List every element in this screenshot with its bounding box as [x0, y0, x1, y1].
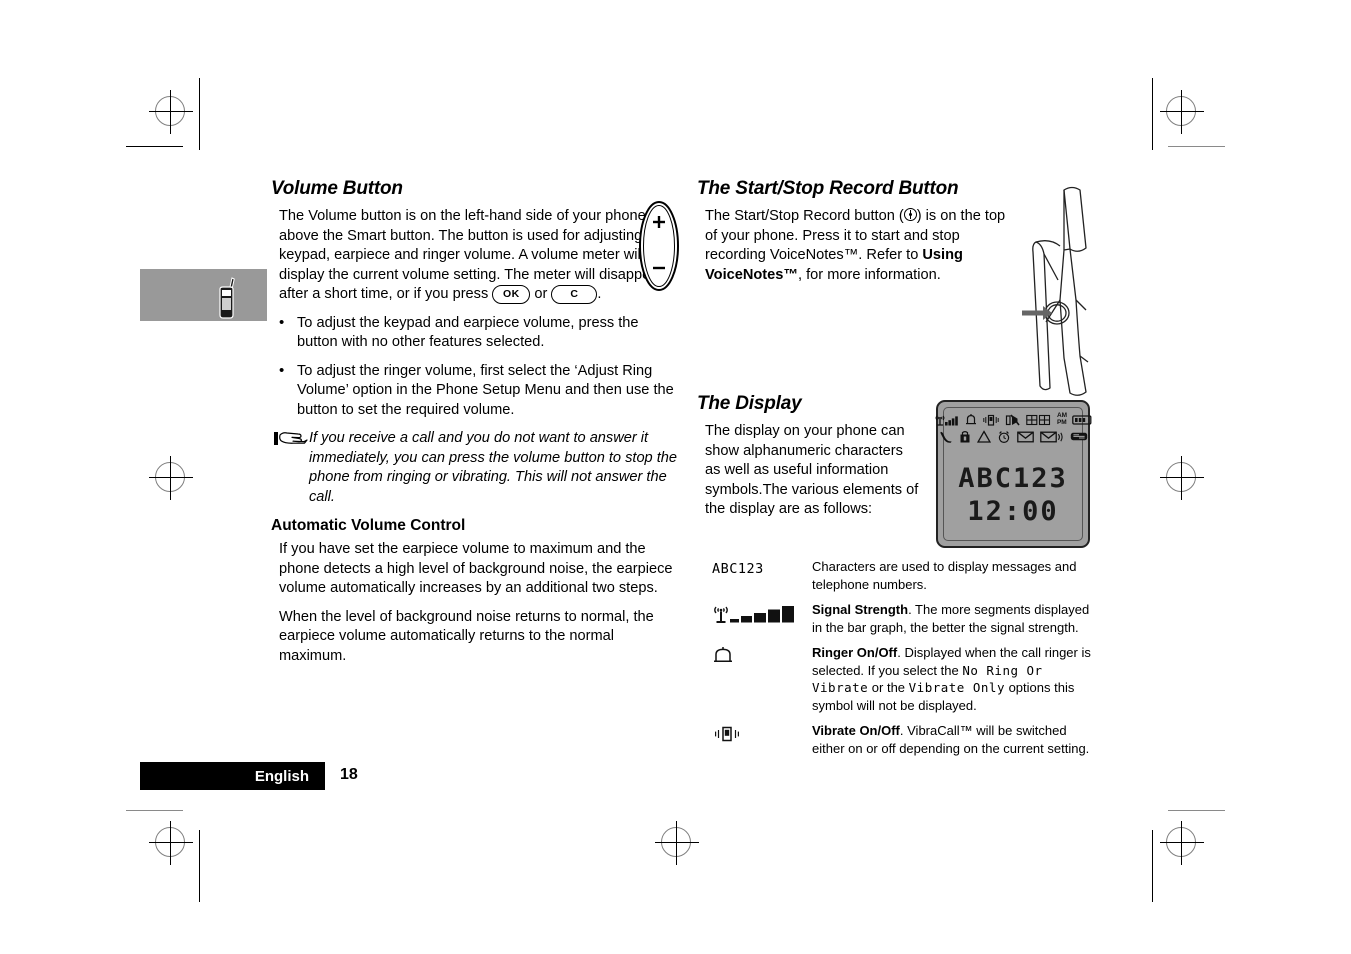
registration-mark-mid-right — [1160, 456, 1204, 500]
crop-line-right-vertical-bottom — [1152, 830, 1153, 902]
triangle-icon — [976, 430, 991, 443]
right-column: The Start/Stop Record Button The Start/S… — [697, 178, 1017, 294]
symbol-desc-option-2: Vibrate Only — [908, 680, 1005, 695]
symbol-desc-bold: Ringer On/Off — [812, 645, 898, 660]
display-symbols-table: ABC123 Characters are used to display me… — [700, 558, 1095, 765]
abc123-sample-text: ABC123 — [712, 561, 764, 577]
volume-button-illustration — [637, 200, 681, 292]
symbol-desc-bold: Vibrate On/Off — [812, 723, 900, 738]
list-item: To adjust the ringer volume, first selec… — [271, 361, 681, 421]
alarm-clock-icon — [997, 430, 1011, 444]
envelope-sound-icon — [1039, 431, 1064, 443]
section-tab-marker — [140, 269, 267, 321]
lcd-status-row-second — [940, 428, 1087, 445]
menu-grid-icon — [1026, 414, 1052, 426]
lcd-line-1: ABC123 — [958, 463, 1068, 494]
voicemail-icon — [1070, 431, 1088, 442]
registration-mark-top-left — [149, 90, 193, 134]
abc123-characters-icon: ABC123 — [700, 558, 812, 593]
registration-mark-mid-left — [149, 456, 193, 500]
symbol-desc-bold: Signal Strength — [812, 602, 909, 617]
record-text-c: , for more information. — [798, 266, 941, 283]
crop-line-top-left-horizontal — [126, 146, 183, 147]
signal-strength-icon — [700, 601, 812, 636]
symbol-description: Ringer On/Off. Displayed when the call r… — [812, 644, 1095, 714]
footer-language-bar: English — [140, 762, 325, 790]
crop-line-right-vertical — [1152, 78, 1153, 150]
pointing-hand-icon — [274, 430, 308, 448]
phone-side-view-illustration — [1020, 180, 1130, 410]
battery-icon — [1072, 414, 1092, 426]
registration-mark-bottom-center — [655, 821, 699, 865]
crop-line-left-vertical-bottom — [199, 830, 200, 902]
crop-line-bottom-left-horizontal — [126, 810, 183, 811]
footer-language-label: English — [254, 767, 309, 785]
volume-intro-text: The Volume button is on the left-hand si… — [279, 208, 667, 302]
left-column: Volume Button The Volume button is on th… — [271, 178, 681, 675]
crop-line-top-right-horizontal — [1168, 146, 1225, 147]
bell-ringer-icon — [965, 413, 977, 427]
registration-mark-top-right — [1160, 90, 1204, 134]
phone-handset-icon — [939, 430, 953, 444]
avc-paragraph-1: If you have set the earpiece volume to m… — [279, 541, 673, 596]
table-row: ABC123 Characters are used to display me… — [700, 558, 1095, 593]
subheading-automatic-volume-control: Automatic Volume Control — [271, 517, 466, 534]
lcd-line-2: 12:00 — [967, 496, 1059, 527]
registration-mark-bottom-left — [149, 821, 193, 865]
vibrate-icon — [982, 413, 1000, 427]
table-row: Ringer On/Off. Displayed when the call r… — [700, 644, 1095, 714]
ringer-off-icon — [1005, 413, 1021, 427]
antenna-signal-icon — [934, 413, 960, 427]
display-section: The Display The display on your phone ca… — [697, 393, 922, 529]
lcd-inner-frame: AM PM ABC123 12:00 — [935, 407, 1092, 541]
symbol-desc-mid: or the — [868, 680, 909, 695]
heading-start-stop-record-button: The Start/Stop Record Button — [697, 178, 959, 199]
vibrate-on-off-icon — [700, 722, 812, 757]
symbol-description: Vibrate On/Off. VibraCall™ will be switc… — [812, 722, 1095, 757]
crop-line-left-vertical — [199, 78, 200, 150]
volume-intro-paragraph: The Volume button is on the left-hand si… — [279, 207, 681, 305]
record-button-paragraph: The Start/Stop Record button () is on th… — [705, 207, 1017, 285]
phone-tab-icon — [217, 277, 235, 319]
ringer-bell-icon — [700, 644, 812, 714]
tip-note: If you receive a call and you do not wan… — [271, 429, 681, 507]
registration-mark-bottom-right — [1160, 821, 1204, 865]
lcd-display-panel: AM PM ABC123 12:00 — [935, 400, 1092, 548]
symbol-description: Signal Strength. The more segments displ… — [812, 601, 1095, 636]
envelope-icon — [1016, 431, 1034, 443]
list-item: To adjust the keypad and earpiece volume… — [271, 313, 681, 353]
intro-period: . — [597, 286, 602, 302]
tip-note-text: If you receive a call and you do not wan… — [309, 430, 678, 505]
or-connector: or — [530, 286, 552, 302]
lcd-status-row-top: AM PM — [935, 411, 1092, 428]
am-pm-icon: AM PM — [1056, 412, 1067, 426]
record-text-a: The Start/Stop Record button ( — [705, 208, 904, 224]
table-row: Vibrate On/Off. VibraCall™ will be switc… — [700, 722, 1095, 757]
manual-page: Volume Button The Volume button is on th… — [0, 0, 1351, 954]
ok-key-glyph[interactable]: OK — [492, 285, 531, 304]
record-button-icon — [903, 208, 917, 221]
display-paragraph: The display on your phone can show alpha… — [705, 423, 919, 517]
lock-icon — [959, 430, 971, 444]
page-number: 18 — [340, 766, 358, 783]
crop-line-bottom-right-horizontal — [1168, 810, 1225, 811]
pm-label: PM — [1056, 418, 1067, 426]
page-title-volume-button: Volume Button — [271, 178, 403, 199]
volume-bullet-list: To adjust the keypad and earpiece volume… — [271, 313, 681, 421]
c-key-glyph[interactable]: C — [551, 285, 598, 304]
symbol-description: Characters are used to display messages … — [812, 558, 1095, 593]
avc-paragraph-2: When the level of background noise retur… — [279, 608, 654, 664]
heading-the-display: The Display — [697, 393, 802, 414]
symbol-desc-text: Characters are used to display messages … — [812, 559, 1077, 592]
table-row: Signal Strength. The more segments displ… — [700, 601, 1095, 636]
